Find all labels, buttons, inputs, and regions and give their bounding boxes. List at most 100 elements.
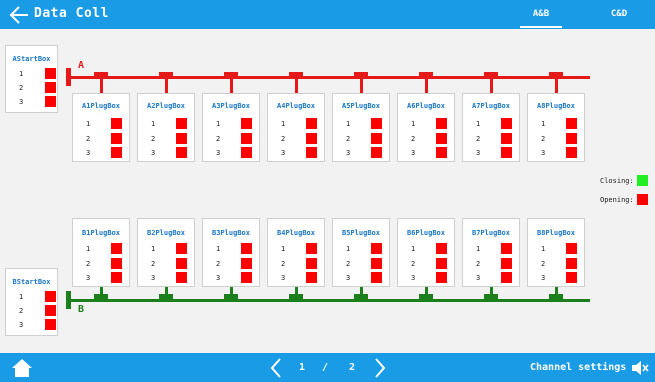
channel-number: 3 xyxy=(19,98,24,106)
channel-number: 3 xyxy=(151,149,156,157)
channel-settings-button[interactable]: Channel settings xyxy=(530,362,626,373)
channel-status-indicator xyxy=(501,132,512,144)
channel-number: 1 xyxy=(151,245,156,253)
channel-status-indicator xyxy=(371,272,382,283)
plug-box-b[interactable]: B1PlugBox 1 2 3 xyxy=(72,218,130,287)
channel-status-indicator xyxy=(566,243,577,254)
channel-status-indicator xyxy=(566,132,577,144)
channel-number: 2 xyxy=(541,259,546,268)
plug-box-b[interactable]: B3PlugBox 1 2 3 xyxy=(202,218,260,287)
channel-status-indicator xyxy=(306,147,317,158)
channel-status-indicator xyxy=(371,118,382,129)
channel-number: 2 xyxy=(19,84,24,92)
channel-number: 1 xyxy=(86,245,91,253)
box-title: A2PlugBox xyxy=(147,102,185,110)
plug-box-a[interactable]: A8PlugBox 1 2 3 xyxy=(527,93,585,162)
bus-a-tap-stem xyxy=(295,79,298,93)
channel-status-indicator xyxy=(176,132,187,144)
channel-number: 2 xyxy=(151,259,156,268)
plug-box-a[interactable]: A3PlugBox 1 2 3 xyxy=(202,93,260,162)
channel-number: 2 xyxy=(411,259,416,268)
box-title: B4PlugBox xyxy=(277,229,315,237)
channel-status-indicator xyxy=(371,147,382,158)
bus-b-tap xyxy=(354,294,368,301)
tab-c-d[interactable]: C&D xyxy=(598,9,640,19)
box-title: B7PlugBox xyxy=(472,229,510,237)
next-page-icon[interactable] xyxy=(372,357,388,379)
plug-box-b[interactable]: B4PlugBox 1 2 3 xyxy=(267,218,325,287)
channel-number: 3 xyxy=(411,149,416,157)
bus-a-tap xyxy=(419,72,433,79)
channel-status-indicator xyxy=(176,272,187,283)
bus-a-tap-stem xyxy=(425,79,428,93)
bus-a-tap-stem xyxy=(100,79,103,93)
box-title: BStartBox xyxy=(12,278,51,286)
plug-box-a[interactable]: A5PlugBox 1 2 3 xyxy=(332,93,390,162)
plug-box-a[interactable]: A7PlugBox 1 2 3 xyxy=(462,93,520,162)
box-title: A5PlugBox xyxy=(342,102,380,110)
prev-page-icon[interactable] xyxy=(268,357,284,379)
legend-opening-swatch xyxy=(637,194,648,205)
channel-status-indicator xyxy=(306,272,317,283)
channel-number: 1 xyxy=(541,245,546,253)
home-icon[interactable] xyxy=(10,357,34,379)
plug-box-b[interactable]: B2PlugBox 1 2 3 xyxy=(137,218,195,287)
start-box-a[interactable]: AStartBox 1 2 3 xyxy=(5,45,58,113)
channel-number: 3 xyxy=(476,274,481,282)
channel-status-indicator xyxy=(436,147,447,158)
plug-box-a[interactable]: A2PlugBox 1 2 3 xyxy=(137,93,195,162)
bus-a-tap xyxy=(354,72,368,79)
channel-status-indicator xyxy=(111,147,122,158)
bus-a-tap-stem xyxy=(555,79,558,93)
plug-box-b[interactable]: B6PlugBox 1 2 3 xyxy=(397,218,455,287)
bus-a-tap-stem xyxy=(230,79,233,93)
box-title: A7PlugBox xyxy=(472,102,510,110)
channel-number: 2 xyxy=(86,134,91,143)
channel-status-indicator xyxy=(111,272,122,283)
bus-b-tap xyxy=(549,294,563,301)
channel-status-indicator xyxy=(45,305,56,316)
bus-a-label: A xyxy=(78,60,85,71)
bus-a-tap xyxy=(159,72,173,79)
box-title: B3PlugBox xyxy=(212,229,250,237)
plug-box-a[interactable]: A6PlugBox 1 2 3 xyxy=(397,93,455,162)
plug-box-b[interactable]: B5PlugBox 1 2 3 xyxy=(332,218,390,287)
channel-number: 1 xyxy=(19,70,24,78)
box-title: A4PlugBox xyxy=(277,102,315,110)
channel-status-indicator xyxy=(111,132,122,144)
channel-number: 2 xyxy=(281,134,286,143)
back-arrow-icon[interactable] xyxy=(8,4,30,26)
active-tab-indicator xyxy=(520,26,562,28)
channel-status-indicator xyxy=(111,257,122,269)
channel-number: 3 xyxy=(281,149,286,157)
channel-number: 2 xyxy=(151,134,156,143)
legend-closing-swatch xyxy=(637,175,648,186)
plug-box-a[interactable]: A4PlugBox 1 2 3 xyxy=(267,93,325,162)
channel-status-indicator xyxy=(501,147,512,158)
start-box-b[interactable]: BStartBox 1 2 3 xyxy=(5,268,58,336)
channel-number: 2 xyxy=(476,259,481,268)
box-title: B5PlugBox xyxy=(342,229,380,237)
channel-status-indicator xyxy=(501,243,512,254)
box-title: A3PlugBox xyxy=(212,102,250,110)
channel-number: 3 xyxy=(86,274,91,282)
channel-number: 1 xyxy=(216,120,221,128)
bus-b-tap xyxy=(289,294,303,301)
plug-box-b[interactable]: B7PlugBox 1 2 3 xyxy=(462,218,520,287)
channel-status-indicator xyxy=(241,132,252,144)
plug-box-b[interactable]: B8PlugBox 1 2 3 xyxy=(527,218,585,287)
channel-status-indicator xyxy=(45,96,56,107)
bus-a-tap xyxy=(549,72,563,79)
channel-number: 2 xyxy=(411,134,416,143)
channel-status-indicator xyxy=(566,257,577,269)
page-current: 1 xyxy=(299,362,306,373)
box-title: AStartBox xyxy=(12,55,51,63)
channel-number: 3 xyxy=(281,274,286,282)
channel-number: 1 xyxy=(281,120,286,128)
mute-icon[interactable] xyxy=(630,358,650,378)
tab-a-b[interactable]: A&B xyxy=(520,9,562,19)
channel-number: 1 xyxy=(411,120,416,128)
channel-status-indicator xyxy=(241,147,252,158)
channel-number: 2 xyxy=(541,134,546,143)
plug-box-a[interactable]: A1PlugBox 1 2 3 xyxy=(72,93,130,162)
